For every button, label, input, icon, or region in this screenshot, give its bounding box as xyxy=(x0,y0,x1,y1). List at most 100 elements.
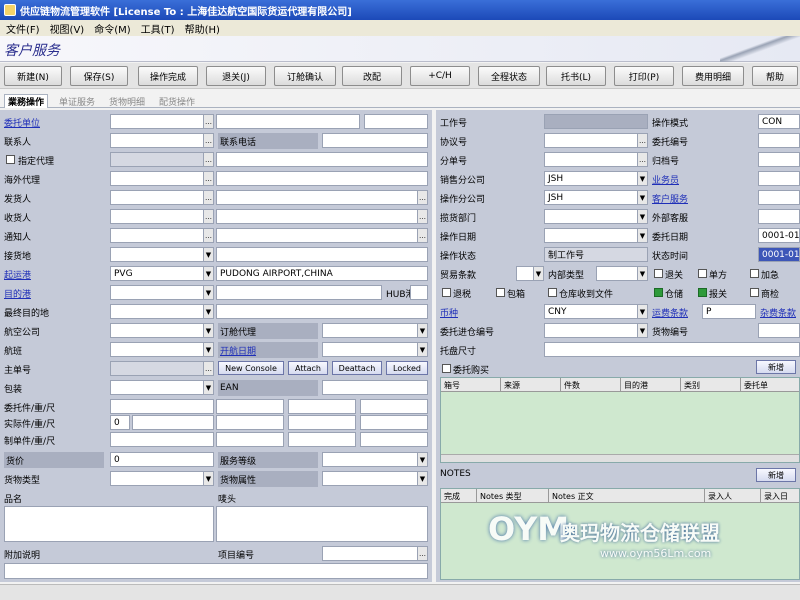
grid-col-source[interactable]: 来源 xyxy=(501,378,561,392)
master-no-field[interactable]: … xyxy=(110,361,214,376)
sales-branch-select[interactable]: JSH ▼ xyxy=(544,171,648,186)
consignee-name-field[interactable]: … xyxy=(216,209,428,224)
sub-no-field[interactable]: … xyxy=(544,152,648,167)
salesperson-field[interactable] xyxy=(758,171,800,186)
menu-file[interactable]: 文件(F) xyxy=(6,21,40,36)
chevron-down-icon[interactable]: ▼ xyxy=(417,324,427,337)
lookup-icon[interactable]: … xyxy=(203,191,213,204)
salesperson-label[interactable]: 业务员 xyxy=(652,171,679,187)
op-status-field[interactable]: 制工作号 xyxy=(544,247,648,262)
expand-icon[interactable]: … xyxy=(417,229,427,242)
trade-terms-select[interactable]: ▼ xyxy=(516,266,544,281)
horizontal-scrollbar[interactable] xyxy=(441,454,799,462)
inner-type-select[interactable]: ▼ xyxy=(596,266,648,281)
cs-field[interactable] xyxy=(758,190,800,205)
tab-allocation[interactable]: 配货操作 xyxy=(156,94,198,108)
service-level-select[interactable]: ▼ xyxy=(322,452,428,467)
consignee-field[interactable]: … xyxy=(110,209,214,224)
entrust-pkg-field[interactable] xyxy=(110,399,214,414)
tab-operations[interactable]: 業務操作 xyxy=(4,94,49,108)
lookup-icon[interactable]: … xyxy=(417,547,427,560)
op-mode-select[interactable]: CON xyxy=(758,114,800,129)
booking-confirm-button[interactable]: 订舱确认 xyxy=(274,66,336,86)
lookup-icon[interactable]: … xyxy=(203,134,213,147)
entrust-extra-field[interactable] xyxy=(360,399,428,414)
attach-button[interactable]: Attach xyxy=(288,361,328,375)
entrust-weight-field[interactable] xyxy=(216,399,284,414)
grid-col-pieces[interactable]: 件数 xyxy=(561,378,621,392)
price-field[interactable]: 0 xyxy=(110,452,214,467)
chevron-down-icon[interactable]: ▼ xyxy=(417,453,427,466)
place-receipt-name-field[interactable] xyxy=(216,247,428,262)
settle-terms-field[interactable]: P xyxy=(702,304,756,319)
marks-textarea[interactable] xyxy=(216,506,428,542)
grid-col-note-type[interactable]: Notes 类型 xyxy=(477,489,549,503)
grid-col-entered-by[interactable]: 录入人 xyxy=(705,489,761,503)
menu-command[interactable]: 命令(M) xyxy=(94,21,130,36)
booking-note-button[interactable]: 托书(L) xyxy=(546,66,606,86)
shipper-name-field[interactable]: … xyxy=(216,190,428,205)
op-date-select[interactable]: ▼ xyxy=(544,228,648,243)
insurance-checkbox[interactable] xyxy=(442,364,451,373)
final-dest-select[interactable]: ▼ xyxy=(110,304,214,319)
actual-pkg-field[interactable]: 0 xyxy=(110,415,130,430)
consignor-extra-field[interactable] xyxy=(364,114,428,129)
lookup-icon[interactable]: … xyxy=(203,172,213,185)
warehouse-receipt-checkbox[interactable] xyxy=(548,288,557,297)
doc-weight-field[interactable] xyxy=(216,432,284,447)
new-button[interactable]: 新建(N) xyxy=(4,66,62,86)
doc-volume-field[interactable] xyxy=(288,432,356,447)
menu-tools[interactable]: 工具(T) xyxy=(141,21,175,36)
chevron-down-icon[interactable]: ▼ xyxy=(203,343,213,356)
chevron-down-icon[interactable]: ▼ xyxy=(637,229,647,242)
chevron-down-icon[interactable]: ▼ xyxy=(637,191,647,204)
grid-col-entered-date[interactable]: 录入日 xyxy=(761,489,800,503)
pol-label[interactable]: 起运港 xyxy=(4,266,31,282)
ext-cs-field[interactable] xyxy=(758,209,800,224)
final-dest-name-field[interactable] xyxy=(216,304,428,319)
designated-agent-field[interactable]: … xyxy=(110,152,214,167)
inspect-checkbox[interactable] xyxy=(750,288,759,297)
tab-cargo-detail[interactable]: 货物明细 xyxy=(106,94,148,108)
chevron-down-icon[interactable]: ▼ xyxy=(203,472,213,485)
designated-agent-name-field[interactable] xyxy=(216,152,428,167)
pol-select[interactable]: PVG ▼ xyxy=(110,266,214,281)
packing-select[interactable]: ▼ xyxy=(110,380,214,395)
pod-name-field[interactable] xyxy=(216,285,382,300)
expand-icon[interactable]: … xyxy=(417,210,427,223)
flight-select[interactable]: ▼ xyxy=(110,342,214,357)
tab-documents[interactable]: 单证服务 xyxy=(56,94,98,108)
status-time-field[interactable]: 0001-01-0 xyxy=(758,247,800,262)
return-checkbox[interactable] xyxy=(654,269,663,278)
chevron-down-icon[interactable]: ▼ xyxy=(637,324,647,337)
grid-col-category[interactable]: 类别 xyxy=(681,378,741,392)
cargo-type-select[interactable]: ▼ xyxy=(110,471,214,486)
chevron-down-icon[interactable]: ▼ xyxy=(203,381,213,394)
grid-col-note-body[interactable]: Notes 正文 xyxy=(549,489,705,503)
chevron-down-icon[interactable]: ▼ xyxy=(637,305,647,318)
doc-pkg-field[interactable] xyxy=(110,432,214,447)
entrust-no-field[interactable] xyxy=(758,133,800,148)
chevron-down-icon[interactable]: ▼ xyxy=(637,210,647,223)
item-no-field[interactable]: … xyxy=(322,546,428,561)
lookup-icon[interactable]: … xyxy=(203,210,213,223)
packing-checkbox[interactable] xyxy=(496,288,505,297)
flight-date-label[interactable]: 开航日期 xyxy=(218,342,318,358)
grid-col-done[interactable]: 完成 xyxy=(441,489,477,503)
single-checkbox[interactable] xyxy=(698,269,707,278)
designated-agent-checkbox[interactable] xyxy=(6,155,15,164)
locked-button[interactable]: Locked xyxy=(386,361,428,375)
agreement-no-field[interactable]: … xyxy=(544,133,648,148)
add-ch-button[interactable]: +C/H xyxy=(410,66,470,86)
grid-col-dest[interactable]: 目的港 xyxy=(621,378,681,392)
hq-dept-select[interactable]: ▼ xyxy=(544,209,648,224)
overseas-agent-field[interactable]: … xyxy=(110,171,214,186)
grid-col-box-no[interactable]: 箱号 xyxy=(441,378,501,392)
place-receipt-select[interactable]: ▼ xyxy=(110,247,214,262)
doc-extra-field[interactable] xyxy=(360,432,428,447)
notify-name-field[interactable]: … xyxy=(216,228,428,243)
shipper-field[interactable]: … xyxy=(110,190,214,205)
lookup-icon[interactable]: … xyxy=(637,153,647,166)
menu-view[interactable]: 视图(V) xyxy=(50,21,85,36)
cargo-attr-select[interactable]: ▼ xyxy=(322,471,428,486)
